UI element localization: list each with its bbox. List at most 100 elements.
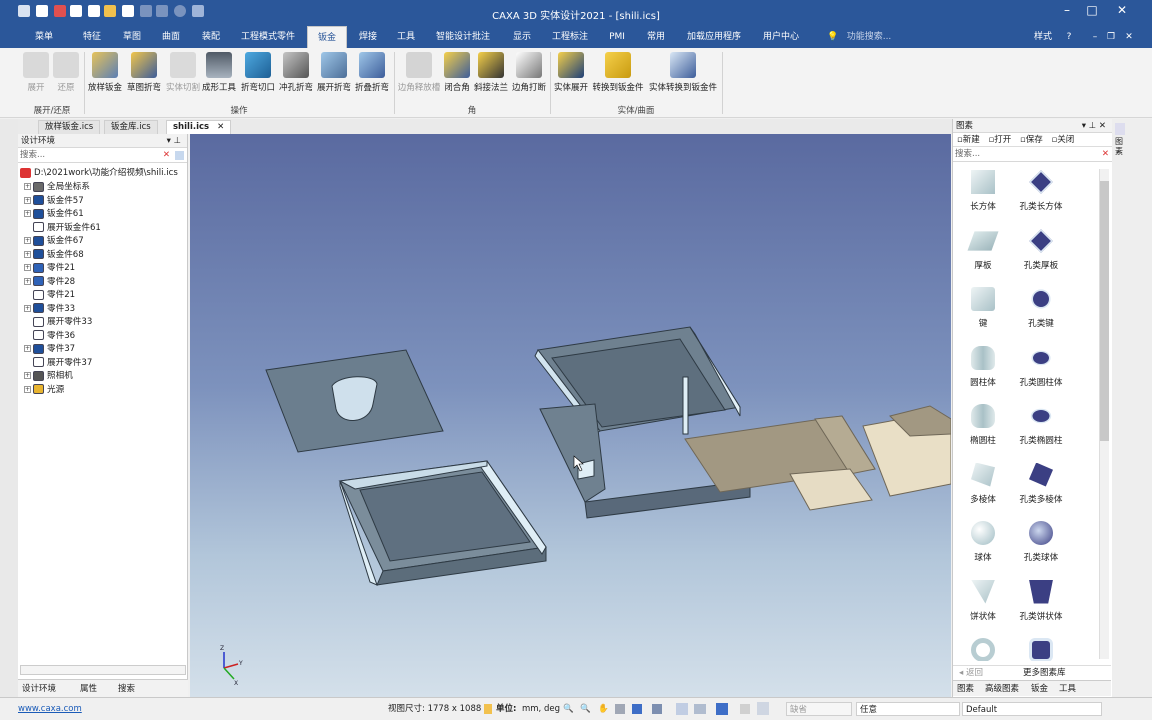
tab-load-apps[interactable]: 加载应用程序 xyxy=(682,26,746,48)
tab-smart-annotation[interactable]: 智能设计批注 xyxy=(430,26,496,48)
lib-tab-tools[interactable]: 工具 xyxy=(1059,681,1076,697)
convert-to-sheet-button[interactable]: 转换到钣金件 xyxy=(590,52,646,100)
expand-icon[interactable]: + xyxy=(24,183,31,190)
unit-value[interactable]: mm, deg xyxy=(522,702,560,716)
library-item[interactable]: 多棱体 xyxy=(953,459,1013,515)
tree-root-file[interactable]: D:\2021work\功能介绍视频\shili.ics xyxy=(20,167,178,180)
doc-tab-loft[interactable]: 放样钣金.ics xyxy=(38,120,101,134)
library-item[interactable]: 孔类多棱体 xyxy=(1011,459,1071,515)
tree-item[interactable]: + 钣金件57 xyxy=(24,195,84,208)
library-item[interactable]: 厚板 xyxy=(953,225,1013,281)
lib-open-button[interactable]: ▫打开 xyxy=(988,135,1011,145)
3d-scene[interactable]: Z Y X xyxy=(190,134,952,697)
close-button[interactable]: ✕ xyxy=(1110,3,1134,21)
clear-search-icon[interactable]: ✕ xyxy=(163,148,170,163)
lib-close-button[interactable]: ▫关闭 xyxy=(1051,135,1074,145)
doc-tab-library[interactable]: 钣金库.ics xyxy=(104,120,158,134)
expand-icon[interactable]: + xyxy=(24,237,31,244)
tree-item[interactable]: 零件36 xyxy=(24,330,75,343)
lib-tab-sheet-metal[interactable]: 钣金 xyxy=(1031,681,1048,697)
tree-item[interactable]: + 全局坐标系 xyxy=(24,181,90,194)
section-icon[interactable] xyxy=(652,704,662,714)
library-pin-icon[interactable]: ▾ ⊥ ✕ xyxy=(1082,119,1106,133)
tree-item[interactable]: + 光源 xyxy=(24,384,64,397)
bend-relief-cut-button[interactable]: 折弯切口 xyxy=(239,52,277,100)
expand-icon[interactable]: + xyxy=(24,385,31,393)
tab-welding[interactable]: 焊接 xyxy=(350,26,386,48)
expand-icon[interactable]: + xyxy=(24,304,31,312)
library-scroll-thumb[interactable] xyxy=(1100,181,1109,441)
expand-icon[interactable]: + xyxy=(24,250,31,258)
library-item[interactable] xyxy=(953,634,1013,661)
solid-unfold-button[interactable]: 实体展开 xyxy=(552,52,590,100)
snap-icon[interactable] xyxy=(740,704,750,714)
lib-new-button[interactable]: ▫新建 xyxy=(957,135,980,145)
lib-tab-advanced[interactable]: 高级图素 xyxy=(985,681,1019,697)
lib-back-button[interactable]: ◂ 返回 xyxy=(959,666,983,680)
design-search-input[interactable]: 搜索... ✕ xyxy=(18,148,187,163)
library-clear-icon[interactable]: ✕ xyxy=(1102,147,1109,162)
library-item[interactable]: 孔类饼状体 xyxy=(1011,576,1071,632)
lib-tab-primitives[interactable]: 图素 xyxy=(957,681,974,697)
tab-user-center[interactable]: 用户中心 xyxy=(755,26,807,48)
library-item[interactable]: 孔类圆柱体 xyxy=(1011,342,1071,398)
tab-engineering-part[interactable]: 工程模式零件 xyxy=(236,26,300,48)
unfold-bend-button[interactable]: 展开折弯 xyxy=(315,52,353,100)
tab-properties[interactable]: 属性 xyxy=(80,682,97,696)
ribbon-minimize-button[interactable]: – xyxy=(1088,26,1102,48)
tree-item[interactable]: 展开钣金件61 xyxy=(24,222,101,235)
panel-pin-icon[interactable]: ▾ ⊥ xyxy=(167,134,181,148)
expand-icon[interactable]: + xyxy=(24,264,31,271)
tab-search[interactable]: 搜索 xyxy=(118,682,135,696)
function-search-input[interactable]: 功能搜索... xyxy=(844,26,894,48)
render-icon[interactable] xyxy=(676,703,688,715)
tab-feature[interactable]: 特征 xyxy=(74,26,110,48)
close-corner-button[interactable]: 闭合角 xyxy=(442,52,472,100)
fold-bend-button[interactable]: 折叠折弯 xyxy=(352,52,392,100)
tab-pmi[interactable]: PMI xyxy=(602,26,632,48)
select-arrow-icon[interactable] xyxy=(757,702,769,715)
tree-item[interactable]: + 钣金件67 xyxy=(24,235,84,248)
style-select[interactable]: Default xyxy=(962,702,1102,716)
tab-assembly[interactable]: 装配 xyxy=(193,26,229,48)
3d-viewport[interactable]: Z Y X xyxy=(190,134,952,697)
tab-display[interactable]: 显示 xyxy=(504,26,540,48)
zoom-in-icon[interactable]: 🔍 xyxy=(580,702,591,716)
style-menu[interactable]: 样式 xyxy=(1030,26,1056,48)
tree-item[interactable]: + 钣金件61 xyxy=(24,208,84,221)
corner-relief-button[interactable]: 边角释放槽 xyxy=(396,52,442,100)
tab-sheet-metal[interactable]: 钣金 xyxy=(307,26,347,48)
minimize-button[interactable]: – xyxy=(1055,3,1079,21)
library-item[interactable]: 球体 xyxy=(953,517,1013,573)
tab-surface[interactable]: 曲面 xyxy=(153,26,189,48)
tab-common[interactable]: 常用 xyxy=(638,26,674,48)
library-item[interactable]: 孔类球体 xyxy=(1011,517,1071,573)
lighting-icon[interactable] xyxy=(694,704,706,714)
unfold-button[interactable]: 展开 xyxy=(22,52,50,100)
solid-cut-button[interactable]: 实体切割 xyxy=(164,52,202,100)
library-item[interactable]: 孔类椭圆柱 xyxy=(1011,400,1071,456)
snap-mode-select[interactable]: 缺省 xyxy=(786,702,852,716)
library-item[interactable]: 圆柱体 xyxy=(953,342,1013,398)
zoom-icon[interactable]: 🔍 xyxy=(563,702,574,716)
view-cube-icon[interactable] xyxy=(632,704,642,714)
maximize-button[interactable]: □ xyxy=(1080,3,1104,21)
lib-save-button[interactable]: ▫保存 xyxy=(1020,135,1043,145)
tree-item[interactable]: + 零件37 xyxy=(24,343,75,356)
help-icon[interactable]: ? xyxy=(1062,26,1076,48)
tree-item[interactable]: + 零件21 xyxy=(24,262,75,275)
pan-icon[interactable]: ✋ xyxy=(598,702,609,716)
forming-tool-button[interactable]: 成形工具 xyxy=(200,52,238,100)
library-item[interactable]: 键 xyxy=(953,283,1013,339)
website-link[interactable]: www.caxa.com xyxy=(18,702,82,716)
tree-item[interactable]: + 照相机 xyxy=(24,370,73,383)
tree-item[interactable]: 展开零件37 xyxy=(24,357,92,370)
tab-design-env[interactable]: 设计环境 xyxy=(22,682,56,696)
part-flat-plate-with-hole[interactable] xyxy=(265,349,444,453)
part-tray-open[interactable] xyxy=(338,460,547,586)
punch-bend-button[interactable]: 冲孔折弯 xyxy=(277,52,315,100)
expand-icon[interactable]: + xyxy=(24,210,31,217)
tree-item[interactable]: + 零件33 xyxy=(24,303,75,316)
orbit-icon[interactable] xyxy=(615,704,625,714)
library-item[interactable]: 孔类长方体 xyxy=(1011,166,1071,222)
